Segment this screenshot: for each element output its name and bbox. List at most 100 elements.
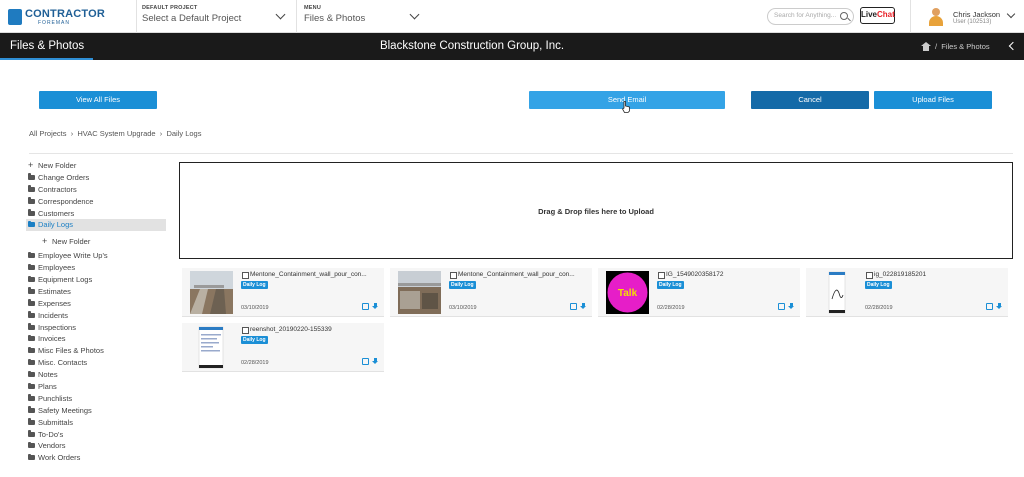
file-thumbnail[interactable] (190, 271, 233, 314)
sidebar-item-invoices[interactable]: Invoices (26, 333, 166, 345)
search-input[interactable]: Search for Anything... (767, 8, 854, 25)
folder-icon (28, 209, 35, 216)
file-checkbox[interactable] (658, 272, 665, 279)
menu-dropdown[interactable]: MENU Files & Photos (304, 5, 424, 29)
sidebar-item-punchlists[interactable]: Punchlists (26, 393, 166, 405)
edit-icon[interactable] (570, 303, 577, 310)
folder-sidebar: + New Folder Change Orders Contractors Co… (26, 160, 166, 464)
sidebar-item-expenses[interactable]: Expenses (26, 298, 166, 310)
sidebar-item-inspections[interactable]: Inspections (26, 322, 166, 334)
sidebar-item-misc-contacts[interactable]: Misc. Contacts (26, 357, 166, 369)
file-checkbox[interactable] (450, 272, 457, 279)
file-tag-badge: Daily Log (657, 281, 684, 289)
edit-icon[interactable] (362, 358, 369, 365)
breadcrumb-sep: / (935, 42, 938, 51)
folder-icon (28, 430, 35, 437)
file-name: Mentone_Containment_wall_pour_con... (458, 271, 575, 278)
folder-label: Safety Meetings (38, 405, 92, 415)
logo-main-text: CONTRACTOR (25, 8, 106, 20)
default-project-dropdown[interactable]: DEFAULT PROJECT Select a Default Project (142, 5, 292, 29)
new-folder-button[interactable]: + New Folder (26, 160, 166, 172)
breadcrumb-current[interactable]: Files & Photos (941, 42, 989, 51)
livechat-button[interactable]: LiveChat (860, 7, 895, 24)
upload-dropzone[interactable]: Drag & Drop files here to Upload (179, 162, 1013, 259)
default-project-label: DEFAULT PROJECT (142, 5, 198, 11)
contractor-foreman-logo[interactable]: CONTRACTOR FOREMAN (8, 7, 105, 27)
file-name: reenshot_20190220-155339 (250, 326, 332, 333)
folder-icon (28, 453, 35, 461)
thumb-text: Talk (618, 288, 638, 299)
sidebar-item-correspondence[interactable]: Correspondence (26, 196, 166, 208)
breadcrumb-all-projects[interactable]: All Projects (29, 129, 67, 138)
home-icon[interactable] (921, 42, 931, 51)
download-icon[interactable] (580, 303, 587, 310)
sidebar-item-notes[interactable]: Notes (26, 369, 166, 381)
cancel-button[interactable]: Cancel (751, 91, 869, 109)
folder-label: Work Orders (38, 453, 81, 463)
user-name[interactable]: Chris Jackson (953, 10, 1000, 19)
file-checkbox[interactable] (866, 272, 873, 279)
download-icon[interactable] (788, 303, 795, 310)
edit-icon[interactable] (778, 303, 785, 310)
file-tag-badge: Daily Log (241, 336, 268, 344)
file-card[interactable]: Mentone_Containment_wall_pour_con... Dai… (182, 268, 384, 317)
logo-sub-text: FOREMAN (38, 20, 70, 26)
sidebar-item-to-dos[interactable]: To-Do's (26, 429, 166, 441)
top-bar: CONTRACTOR FOREMAN DEFAULT PROJECT Selec… (0, 0, 1024, 33)
user-id: User (102513) (953, 19, 992, 25)
sidebar-item-incidents[interactable]: Incidents (26, 310, 166, 322)
sidebar-item-plans[interactable]: Plans (26, 381, 166, 393)
new-folder-label: New Folder (38, 161, 77, 170)
folder-icon (28, 382, 35, 390)
sidebar-item-contractors[interactable]: Contractors (26, 184, 166, 196)
file-thumbnail[interactable] (814, 271, 857, 314)
edit-icon[interactable] (986, 303, 993, 310)
sidebar-item-employees[interactable]: Employees (26, 262, 166, 274)
chevron-down-icon[interactable] (1006, 9, 1016, 19)
folder-label: Employee Write Up's (38, 251, 108, 261)
sidebar-item-submittals[interactable]: Submittals (26, 417, 166, 429)
file-thumbnail[interactable] (190, 326, 233, 369)
folder-label: Submittals (38, 417, 74, 427)
sidebar-item-misc-files-photos[interactable]: Misc Files & Photos (26, 345, 166, 357)
file-card[interactable]: reenshot_20190220-155339 Daily Log 02/28… (182, 323, 384, 372)
dropzone-label: Drag & Drop files here to Upload (538, 207, 654, 216)
sidebar-item-estimates[interactable]: Estimates (26, 286, 166, 298)
sidebar-item-equipment-logs[interactable]: Equipment Logs (26, 274, 166, 286)
file-thumbnail[interactable] (398, 271, 441, 314)
folder-label: Vendors (38, 441, 66, 451)
divider (29, 153, 1013, 154)
folder-icon (28, 394, 35, 401)
default-project-value: Select a Default Project (142, 13, 242, 24)
file-checkbox[interactable] (242, 327, 249, 334)
folder-icon (28, 334, 35, 342)
user-avatar-icon[interactable] (929, 8, 943, 26)
sidebar-item-daily-logs[interactable]: Daily Logs (26, 219, 166, 232)
file-card[interactable]: Talk IG_1549020358172 Daily Log 02/28/20… (598, 268, 800, 317)
download-icon[interactable] (996, 303, 1003, 310)
file-date: 03/10/2019 (449, 305, 477, 311)
sidebar-item-work-orders[interactable]: Work Orders (26, 452, 166, 464)
sidebar-item-employee-write-ups[interactable]: Employee Write Up's (26, 250, 166, 262)
file-checkbox[interactable] (242, 272, 249, 279)
sidebar-item-change-orders[interactable]: Change Orders (26, 172, 166, 184)
sidebar-item-safety-meetings[interactable]: Safety Meetings (26, 405, 166, 417)
folder-label: Daily Logs (38, 220, 74, 230)
view-all-files-button[interactable]: View All Files (39, 91, 157, 109)
search-icon[interactable] (840, 12, 848, 20)
download-icon[interactable] (372, 358, 379, 365)
file-card[interactable]: ig_022819185201 Daily Log 02/28/2019 (806, 268, 1008, 317)
upload-files-button[interactable]: Upload Files (874, 91, 992, 109)
breadcrumb-project[interactable]: HVAC System Upgrade (77, 129, 155, 138)
collapse-chevron-icon[interactable] (1008, 41, 1018, 51)
folder-label: Correspondence (38, 196, 94, 206)
folder-icon (28, 323, 35, 330)
download-icon[interactable] (372, 303, 379, 310)
folder-label: Plans (38, 382, 57, 392)
new-subfolder-button[interactable]: + New Folder (26, 236, 166, 248)
file-card[interactable]: Mentone_Containment_wall_pour_con... Dai… (390, 268, 592, 317)
edit-icon[interactable] (362, 303, 369, 310)
sidebar-item-customers[interactable]: Customers (26, 208, 166, 220)
sidebar-item-vendors[interactable]: Vendors (26, 440, 166, 452)
file-thumbnail[interactable]: Talk (606, 271, 649, 314)
